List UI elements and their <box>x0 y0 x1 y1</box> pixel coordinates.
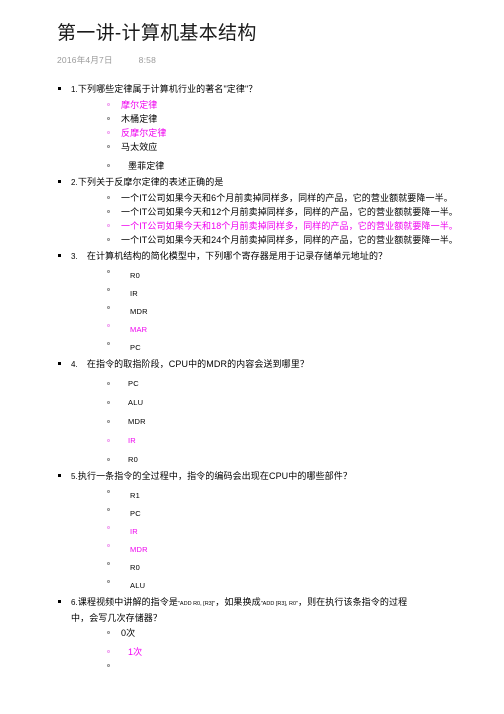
question-number-3: 3. <box>71 252 78 261</box>
question-text-5: 5.执行一条指令的全过程中，指令的编码会出现在CPU中的哪些部件？ <box>71 469 490 484</box>
option-item[interactable]: R0 <box>107 557 490 575</box>
option-item[interactable] <box>107 659 490 673</box>
instruction-code-1: "ADD R0, [R3]" <box>177 601 216 607</box>
option-item[interactable]: 一个IT公司如果今天和6个月前卖掉同样多，同样的产品，它的营业额就要降一半。 <box>107 191 490 205</box>
question-text-3: 3. 在计算机结构的简化模型中，下列哪个寄存器是用于记录存储单元地址的？ <box>71 249 490 264</box>
note-page: 第一讲-计算机基本结构 2016年4月7日 8:58 1.下列哪些定律属于计算机… <box>0 0 504 673</box>
question-text-6: 6.课程视频中讲解的指令是"ADD R0, [R3]"，如果换成"ADD [R3… <box>71 595 490 611</box>
question-body-6-part2: ，如果换成 <box>215 597 261 607</box>
question-text-1: 1.下列哪些定律属于计算机行业的著名"定律"？ <box>71 82 490 97</box>
option-label: 0次 <box>121 628 136 638</box>
question-number-1: 1. <box>71 85 78 94</box>
option-label: 木桶定律 <box>121 114 158 124</box>
created-date: 2016年4月7日 <box>57 55 113 65</box>
question-number-6: 6. <box>71 598 78 607</box>
option-item[interactable]: ALU <box>107 396 490 410</box>
question-item-4: 4. 在指令的取指阶段，CPU中的MDR的内容会送到哪里？ PC ALU MDR … <box>57 357 490 467</box>
question-item-3: 3. 在计算机结构的简化模型中，下列哪个寄存器是用于记录存储单元地址的？ R0 I… <box>57 249 490 355</box>
option-label: 一个IT公司如果今天和6个月前卖掉同样多，同样的产品，它的营业额就要降一半。 <box>121 193 453 203</box>
option-label: 反摩尔定律 <box>121 128 167 138</box>
option-label: PC <box>128 379 139 388</box>
option-item[interactable]: 一个IT公司如果今天和24个月前卖掉同样多，同样的产品，它的营业额就要降一半。 <box>107 233 490 247</box>
question-item-2: 2.下列关于反摩尔定律的表述正确的是 一个IT公司如果今天和6个月前卖掉同样多，… <box>57 175 490 247</box>
option-item[interactable]: PC <box>107 503 490 521</box>
option-list-1: 摩尔定律 木桶定律 反摩尔定律 马太效应 墨菲定律 <box>71 98 490 173</box>
option-item[interactable]: PC <box>107 377 490 391</box>
option-label: 墨菲定律 <box>128 161 165 171</box>
option-item[interactable]: ALU <box>107 575 490 593</box>
option-label: ALU <box>128 398 144 407</box>
option-label: R0 <box>128 455 138 464</box>
question-number-4: 4. <box>71 360 78 369</box>
option-item[interactable]: 木桶定律 <box>107 112 490 126</box>
option-item[interactable]: R1 <box>107 485 490 503</box>
option-list-6: 0次 1次 <box>71 626 490 673</box>
option-item[interactable]: MAR <box>107 319 490 337</box>
question-text-4: 4. 在指令的取指阶段，CPU中的MDR的内容会送到哪里？ <box>71 357 490 372</box>
option-item[interactable]: MDR <box>107 301 490 319</box>
option-label: 1次 <box>128 647 143 657</box>
option-label: ALU <box>130 581 146 590</box>
option-item[interactable]: 0次 <box>107 626 490 640</box>
question-body-1: 下列哪些定律属于计算机行业的著名"定律"？ <box>77 84 258 94</box>
question-text-2: 2.下列关于反摩尔定律的表述正确的是 <box>71 175 490 190</box>
question-body-3: 在计算机结构的简化模型中，下列哪个寄存器是用于记录存储单元地址的？ <box>86 251 388 261</box>
question-list: 1.下列哪些定律属于计算机行业的著名"定律"？ 摩尔定律 木桶定律 反摩尔定律 … <box>57 82 490 673</box>
page-metadata: 2016年4月7日 8:58 <box>57 55 490 66</box>
option-item[interactable]: IR <box>107 434 490 448</box>
option-list-4: PC ALU MDR IR R0 <box>71 377 490 467</box>
question-item-1: 1.下列哪些定律属于计算机行业的著名"定律"？ 摩尔定律 木桶定律 反摩尔定律 … <box>57 82 490 173</box>
option-item[interactable]: 摩尔定律 <box>107 98 490 112</box>
question-number-5: 5. <box>71 472 78 481</box>
option-label: IR <box>128 436 136 445</box>
question-number-2: 2. <box>71 178 78 187</box>
option-list-5: R1 PC IR MDR R0 ALU <box>71 485 490 593</box>
option-label: R1 <box>130 491 140 500</box>
option-item[interactable]: 反摩尔定律 <box>107 126 490 140</box>
question-text-6-line2: 中，会写几次存储器？ <box>71 613 163 623</box>
option-label: 马太效应 <box>121 142 158 152</box>
option-label: IR <box>130 527 138 536</box>
option-label: 一个IT公司如果今天和24个月前卖掉同样多，同样的产品，它的营业额就要降一半。 <box>121 235 458 245</box>
created-time: 8:58 <box>138 55 157 65</box>
option-list-2: 一个IT公司如果今天和6个月前卖掉同样多，同样的产品，它的营业额就要降一半。 一… <box>71 191 490 247</box>
question-item-6: 6.课程视频中讲解的指令是"ADD R0, [R3]"，如果换成"ADD [R3… <box>57 595 490 673</box>
option-item[interactable]: R0 <box>107 265 490 283</box>
question-body-6-part3: ，则在执行该条指令的过程 <box>297 597 408 607</box>
question-body-4: 在指令的取指阶段，CPU中的MDR的内容会送到哪里？ <box>86 359 309 369</box>
option-item[interactable]: 一个IT公司如果今天和12个月前卖掉同样多，同样的产品，它的营业额就要降一半。 <box>107 205 490 219</box>
option-item[interactable]: IR <box>107 283 490 301</box>
question-body-6-part1: 课程视频中讲解的指令是 <box>77 597 178 607</box>
option-label: PC <box>130 343 141 352</box>
option-item[interactable]: 墨菲定律 <box>107 159 490 173</box>
option-item[interactable]: MDR <box>107 539 490 557</box>
option-item[interactable]: 1次 <box>107 645 490 659</box>
option-label: PC <box>130 509 141 518</box>
option-list-3: R0 IR MDR MAR PC <box>71 265 490 355</box>
option-item[interactable]: 一个IT公司如果今天和18个月前卖掉同样多，同样的产品，它的营业额就要降一半。 <box>107 219 490 233</box>
option-label: 摩尔定律 <box>121 100 158 110</box>
question-item-5: 5.执行一条指令的全过程中，指令的编码会出现在CPU中的哪些部件？ R1 PC … <box>57 469 490 593</box>
option-item[interactable]: IR <box>107 521 490 539</box>
option-label: 一个IT公司如果今天和18个月前卖掉同样多，同样的产品，它的营业额就要降一半。 <box>121 221 458 231</box>
option-label: MDR <box>128 417 146 426</box>
option-label: MDR <box>130 307 148 316</box>
page-title: 第一讲-计算机基本结构 <box>57 23 257 44</box>
option-label: MDR <box>130 545 148 554</box>
option-item[interactable]: 马太效应 <box>107 140 490 154</box>
question-body-2: 下列关于反摩尔定律的表述正确的是 <box>77 177 224 187</box>
question-body-5: 执行一条指令的全过程中，指令的编码会出现在CPU中的哪些部件？ <box>77 471 352 481</box>
option-label: 一个IT公司如果今天和12个月前卖掉同样多，同样的产品，它的营业额就要降一半。 <box>121 207 458 217</box>
option-label: MAR <box>130 325 148 334</box>
option-item[interactable]: R0 <box>107 453 490 467</box>
option-item[interactable]: MDR <box>107 415 490 429</box>
option-label: IR <box>130 289 138 298</box>
instruction-code-2: "ADD [R3], R0" <box>260 601 298 607</box>
option-label: R0 <box>130 271 140 280</box>
option-item[interactable]: PC <box>107 337 490 355</box>
option-label: R0 <box>130 563 140 572</box>
